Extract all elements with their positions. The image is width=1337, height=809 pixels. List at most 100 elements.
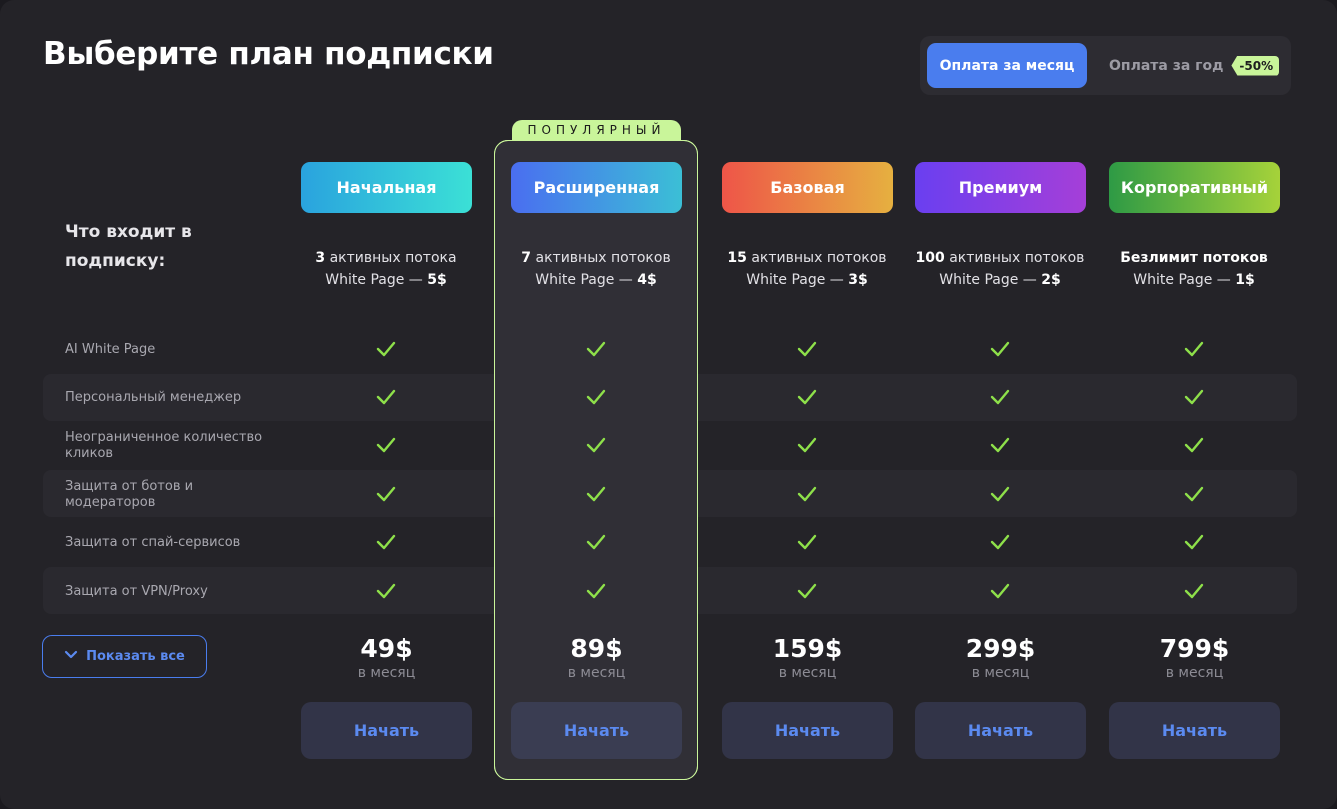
- plan-whitepage-line: White Page — 2$: [895, 269, 1105, 291]
- features-heading: Что входит в подписку:: [65, 222, 192, 271]
- popular-plan-border: [494, 140, 698, 780]
- plan-price-period: в месяц: [778, 665, 837, 681]
- show-all-label: Показать все: [86, 649, 185, 664]
- plan-streams-count: 15: [727, 250, 747, 266]
- show-all-button[interactable]: Показать все: [42, 635, 207, 678]
- plan-whitepage-line: White Page — 3$: [702, 269, 912, 291]
- plan-streams-text: активных потоков: [944, 250, 1085, 266]
- check-icon: [797, 341, 817, 357]
- plan-price-period: в месяц: [567, 665, 626, 681]
- plan-whitepage-line: White Page — 4$: [491, 269, 701, 291]
- plan-streams-count: 3: [315, 250, 326, 266]
- plan-whitepage-price: 3$: [848, 272, 868, 288]
- plan-streams: 100 активных потоков White Page — 2$: [895, 247, 1105, 291]
- plan-streams-line: 100 активных потоков: [895, 247, 1105, 269]
- plan-whitepage-price: 5$: [427, 272, 447, 288]
- check-icon: [990, 583, 1010, 599]
- check-icon: [990, 437, 1010, 453]
- plan-streams: 3 активных потока White Page — 5$: [281, 247, 491, 291]
- check-icon: [586, 486, 606, 502]
- plan-streams: Безлимит потоков White Page — 1$: [1089, 247, 1299, 291]
- start-plan-button[interactable]: Начать: [722, 702, 893, 759]
- plan-streams-line: Безлимит потоков: [1089, 247, 1299, 269]
- plan-streams: 7 активных потоков White Page — 4$: [491, 247, 701, 291]
- check-icon: [1184, 437, 1204, 453]
- check-icon: [586, 341, 606, 357]
- check-icon: [586, 437, 606, 453]
- plan-streams-line: 3 активных потока: [281, 247, 491, 269]
- check-icon: [376, 486, 396, 502]
- start-plan-button[interactable]: Начать: [511, 702, 682, 759]
- plan-name-header: Базовая: [722, 162, 893, 213]
- plan-whitepage-price: 1$: [1235, 272, 1255, 288]
- chevron-down-icon: [64, 649, 78, 664]
- check-icon: [797, 583, 817, 599]
- plan-whitepage-text: White Page —: [325, 272, 428, 288]
- check-icon: [1184, 486, 1204, 502]
- plan-price-period: в месяц: [971, 665, 1030, 681]
- yearly-billing-button[interactable]: Оплата за год -50%: [1100, 43, 1280, 88]
- feature-label: Неограниченное количество кликов: [65, 430, 263, 461]
- plan-price-period: в месяц: [1165, 665, 1224, 681]
- plan-streams: 15 активных потоков White Page — 3$: [702, 247, 912, 291]
- plan-price: 89$: [570, 634, 623, 663]
- monthly-billing-button[interactable]: Оплата за месяц: [927, 43, 1087, 88]
- check-icon: [1184, 341, 1204, 357]
- discount-badge: -50%: [1231, 55, 1280, 76]
- check-icon: [990, 341, 1010, 357]
- check-icon: [586, 389, 606, 405]
- plan-price: 299$: [965, 634, 1036, 663]
- plan-name-header: Корпоративный: [1109, 162, 1280, 213]
- plan-streams-count: 100: [915, 250, 945, 266]
- check-icon: [586, 583, 606, 599]
- plan-streams-text: активных потока: [325, 250, 457, 266]
- plan-whitepage-line: White Page — 5$: [281, 269, 491, 291]
- feature-label: Защита от спай-сервисов: [65, 535, 241, 550]
- plan-price: 49$: [360, 634, 413, 663]
- check-icon: [1184, 583, 1204, 599]
- feature-label: Защита от VPN/Proxy: [65, 584, 208, 599]
- check-icon: [990, 486, 1010, 502]
- plan-whitepage-line: White Page — 1$: [1089, 269, 1299, 291]
- check-icon: [990, 389, 1010, 405]
- plan-price-period: в месяц: [357, 665, 416, 681]
- plan-streams-count: Безлимит потоков: [1120, 250, 1268, 266]
- feature-label: Защита от ботов и модераторов: [65, 479, 194, 510]
- check-icon: [376, 389, 396, 405]
- plan-name-header: Расширенная: [511, 162, 682, 213]
- plan-whitepage-price: 4$: [637, 272, 657, 288]
- feature-label: AI White Page: [65, 342, 156, 357]
- check-icon: [797, 534, 817, 550]
- plan-streams-text: активных потоков: [746, 250, 887, 266]
- start-plan-button[interactable]: Начать: [1109, 702, 1280, 759]
- yearly-billing-label: Оплата за год: [1109, 57, 1224, 74]
- page-title: Выберите план подписки: [43, 36, 494, 72]
- check-icon: [797, 486, 817, 502]
- plan-streams-line: 15 активных потоков: [702, 247, 912, 269]
- plan-name-header: Начальная: [301, 162, 472, 213]
- plan-price: 799$: [1159, 634, 1230, 663]
- popular-badge: ПОПУЛЯРНЫЙ: [512, 120, 681, 141]
- check-icon: [1184, 534, 1204, 550]
- check-icon: [376, 583, 396, 599]
- plan-whitepage-text: White Page —: [746, 272, 849, 288]
- start-plan-button[interactable]: Начать: [301, 702, 472, 759]
- plan-name-header: Премиум: [915, 162, 1086, 213]
- start-plan-button[interactable]: Начать: [915, 702, 1086, 759]
- check-icon: [990, 534, 1010, 550]
- plan-whitepage-text: White Page —: [535, 272, 638, 288]
- check-icon: [797, 437, 817, 453]
- plan-price: 159$: [772, 634, 843, 663]
- check-icon: [1184, 389, 1204, 405]
- plan-whitepage-text: White Page —: [1133, 272, 1236, 288]
- check-icon: [586, 534, 606, 550]
- check-icon: [797, 389, 817, 405]
- plan-streams-line: 7 активных потоков: [491, 247, 701, 269]
- feature-label: Персональный менеджер: [65, 390, 242, 405]
- plan-streams-count: 7: [521, 250, 532, 266]
- check-icon: [376, 341, 396, 357]
- check-icon: [376, 534, 396, 550]
- plan-whitepage-text: White Page —: [939, 272, 1042, 288]
- check-icon: [376, 437, 396, 453]
- billing-toggle: Оплата за месяц Оплата за год -50%: [920, 36, 1291, 95]
